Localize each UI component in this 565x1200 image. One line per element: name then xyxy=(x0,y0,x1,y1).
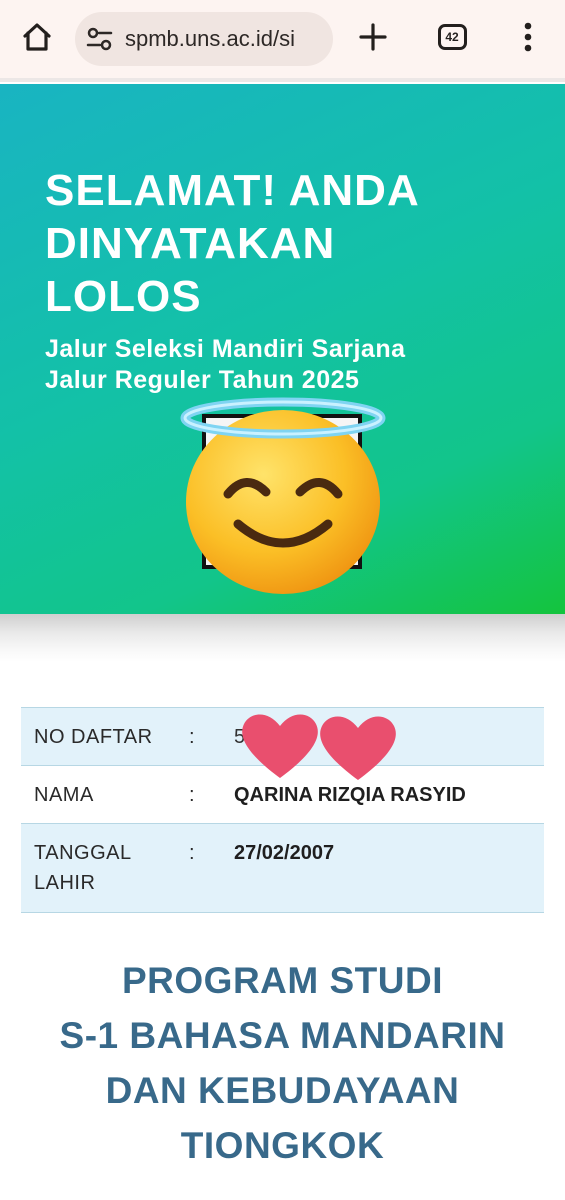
banner-shadow xyxy=(0,614,565,662)
plus-icon xyxy=(359,23,387,51)
new-tab-button[interactable] xyxy=(348,12,398,62)
home-button[interactable] xyxy=(12,12,62,62)
applicant-info-table: NO DAFTAR : 5 NAMA : QARINA RIZQIA RASYI… xyxy=(21,707,544,913)
study-program-title: PROGRAM STUDI S-1 BAHASA MANDARIN DAN KE… xyxy=(59,960,506,1166)
tab-switcher-button[interactable]: 42 xyxy=(427,12,477,62)
selection-path: Jalur Seleksi Mandiri Sarjana Jalur Regu… xyxy=(45,335,406,394)
row-separator: : xyxy=(189,842,195,864)
smiling-face-with-halo-icon xyxy=(180,397,386,594)
table-row-no-daftar: NO DAFTAR : 5 xyxy=(21,708,544,780)
row-separator: : xyxy=(189,784,195,806)
home-icon xyxy=(23,23,51,51)
row-separator: : xyxy=(189,726,195,748)
tab-count-badge: 42 xyxy=(437,24,467,50)
row-label: TANGGAL LAHIR xyxy=(34,842,131,894)
row-value: QARINA RIZQIA RASYID xyxy=(234,784,466,806)
row-label: NO DAFTAR xyxy=(34,726,153,748)
result-banner: SELAMAT! ANDA DINYATAKAN LOLOS Jalur Sel… xyxy=(0,84,565,614)
more-menu-button[interactable] xyxy=(503,12,553,62)
url-text[interactable]: spmb.uns.ac.id/si xyxy=(125,25,325,53)
address-bar[interactable]: spmb.uns.ac.id/si xyxy=(75,12,333,66)
browser-toolbar: spmb.uns.ac.id/si 42 xyxy=(0,0,565,78)
site-settings-icon[interactable] xyxy=(85,24,115,54)
row-value: 27/02/2007 xyxy=(234,842,335,864)
more-vert-icon xyxy=(524,22,532,52)
table-row-nama: NAMA : QARINA RIZQIA RASYID xyxy=(21,766,544,824)
result-headline: SELAMAT! ANDA DINYATAKAN LOLOS xyxy=(45,166,420,321)
row-label: NAMA xyxy=(34,784,94,806)
toolbar-divider xyxy=(0,78,565,82)
table-row-tanggal-lahir: TANGGAL LAHIR : 27/02/2007 xyxy=(21,824,544,913)
